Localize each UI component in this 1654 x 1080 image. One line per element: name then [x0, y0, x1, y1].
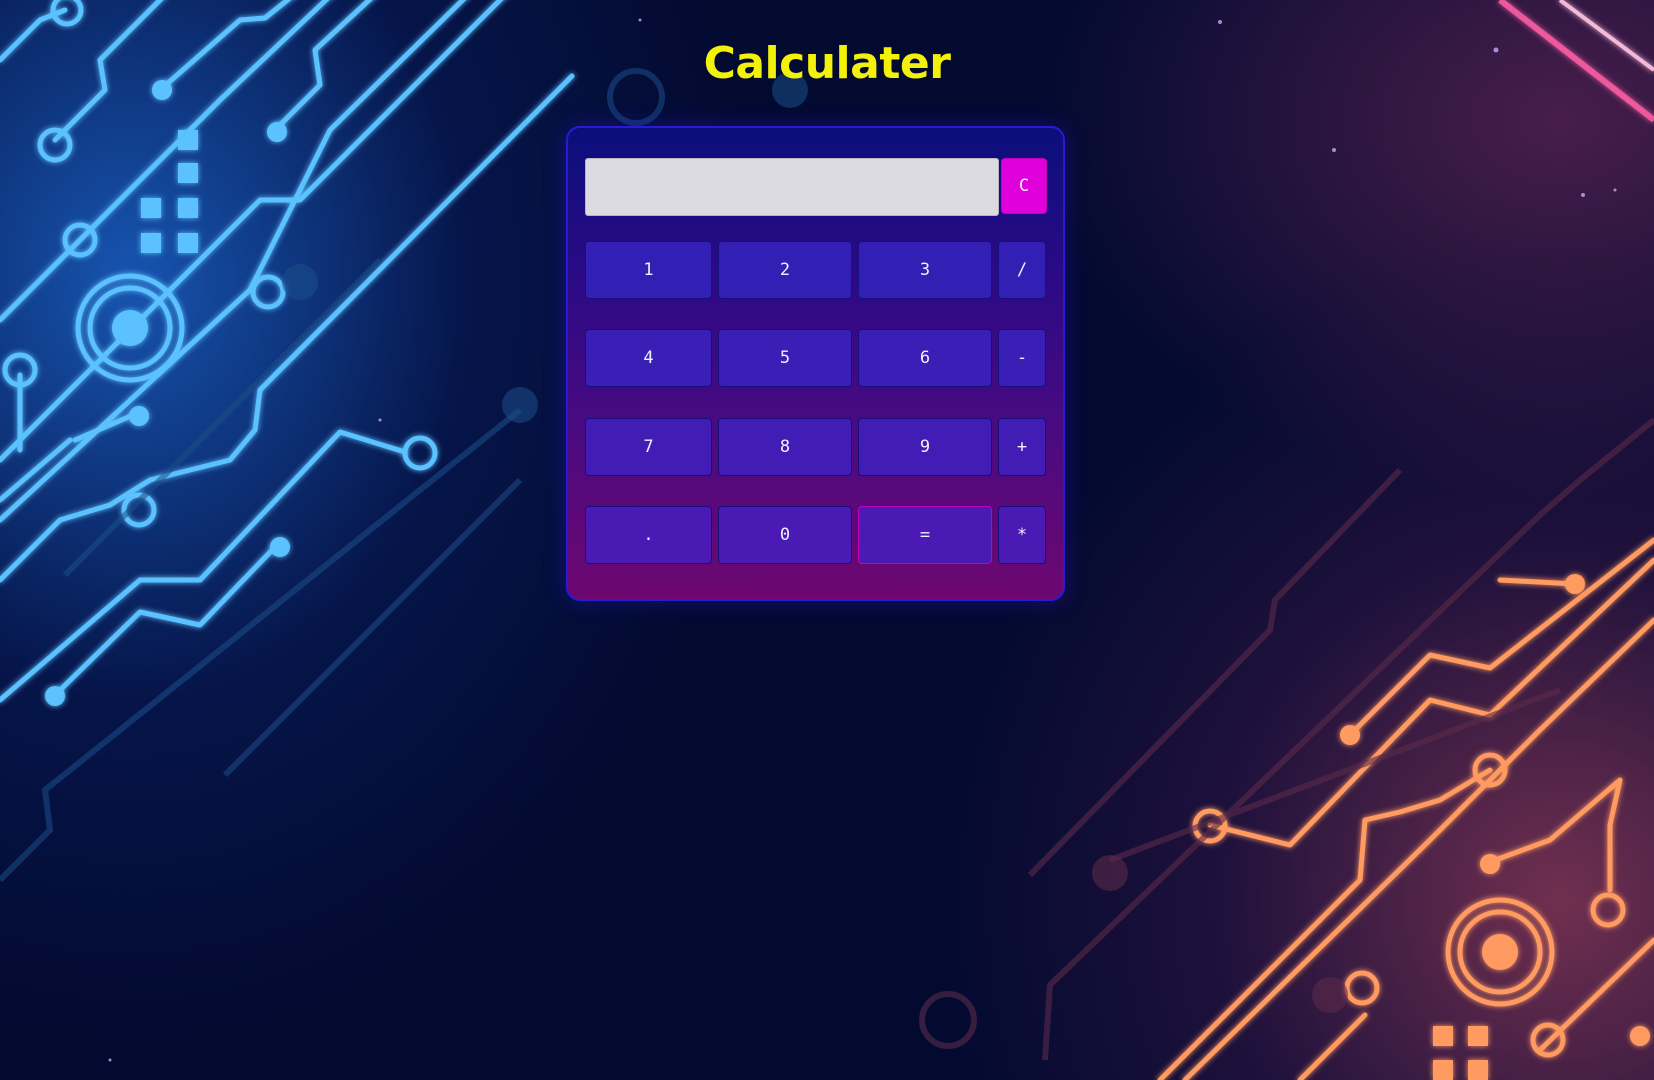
subtract-button[interactable]: - [998, 329, 1046, 387]
key-8-button[interactable]: 8 [718, 418, 852, 476]
key-3-button[interactable]: 3 [858, 241, 992, 299]
equals-button[interactable]: = [858, 506, 992, 564]
decimal-button[interactable]: . [585, 506, 712, 564]
calculator-display[interactable] [585, 158, 999, 216]
multiply-button[interactable]: * [998, 506, 1046, 564]
display-row: C [585, 158, 1047, 216]
key-7-button[interactable]: 7 [585, 418, 712, 476]
key-6-button[interactable]: 6 [858, 329, 992, 387]
key-4-button[interactable]: 4 [585, 329, 712, 387]
divide-button[interactable]: / [998, 241, 1046, 299]
key-1-button[interactable]: 1 [585, 241, 712, 299]
page: Calculater C 1 2 3 / 4 5 6 - 7 8 9 + . 0… [0, 0, 1654, 1080]
key-9-button[interactable]: 9 [858, 418, 992, 476]
add-button[interactable]: + [998, 418, 1046, 476]
calculator-panel: C 1 2 3 / 4 5 6 - 7 8 9 + . 0 = * [566, 126, 1065, 601]
key-5-button[interactable]: 5 [718, 329, 852, 387]
page-title: Calculater [703, 38, 951, 89]
clear-button[interactable]: C [1001, 158, 1047, 214]
key-2-button[interactable]: 2 [718, 241, 852, 299]
key-0-button[interactable]: 0 [718, 506, 852, 564]
